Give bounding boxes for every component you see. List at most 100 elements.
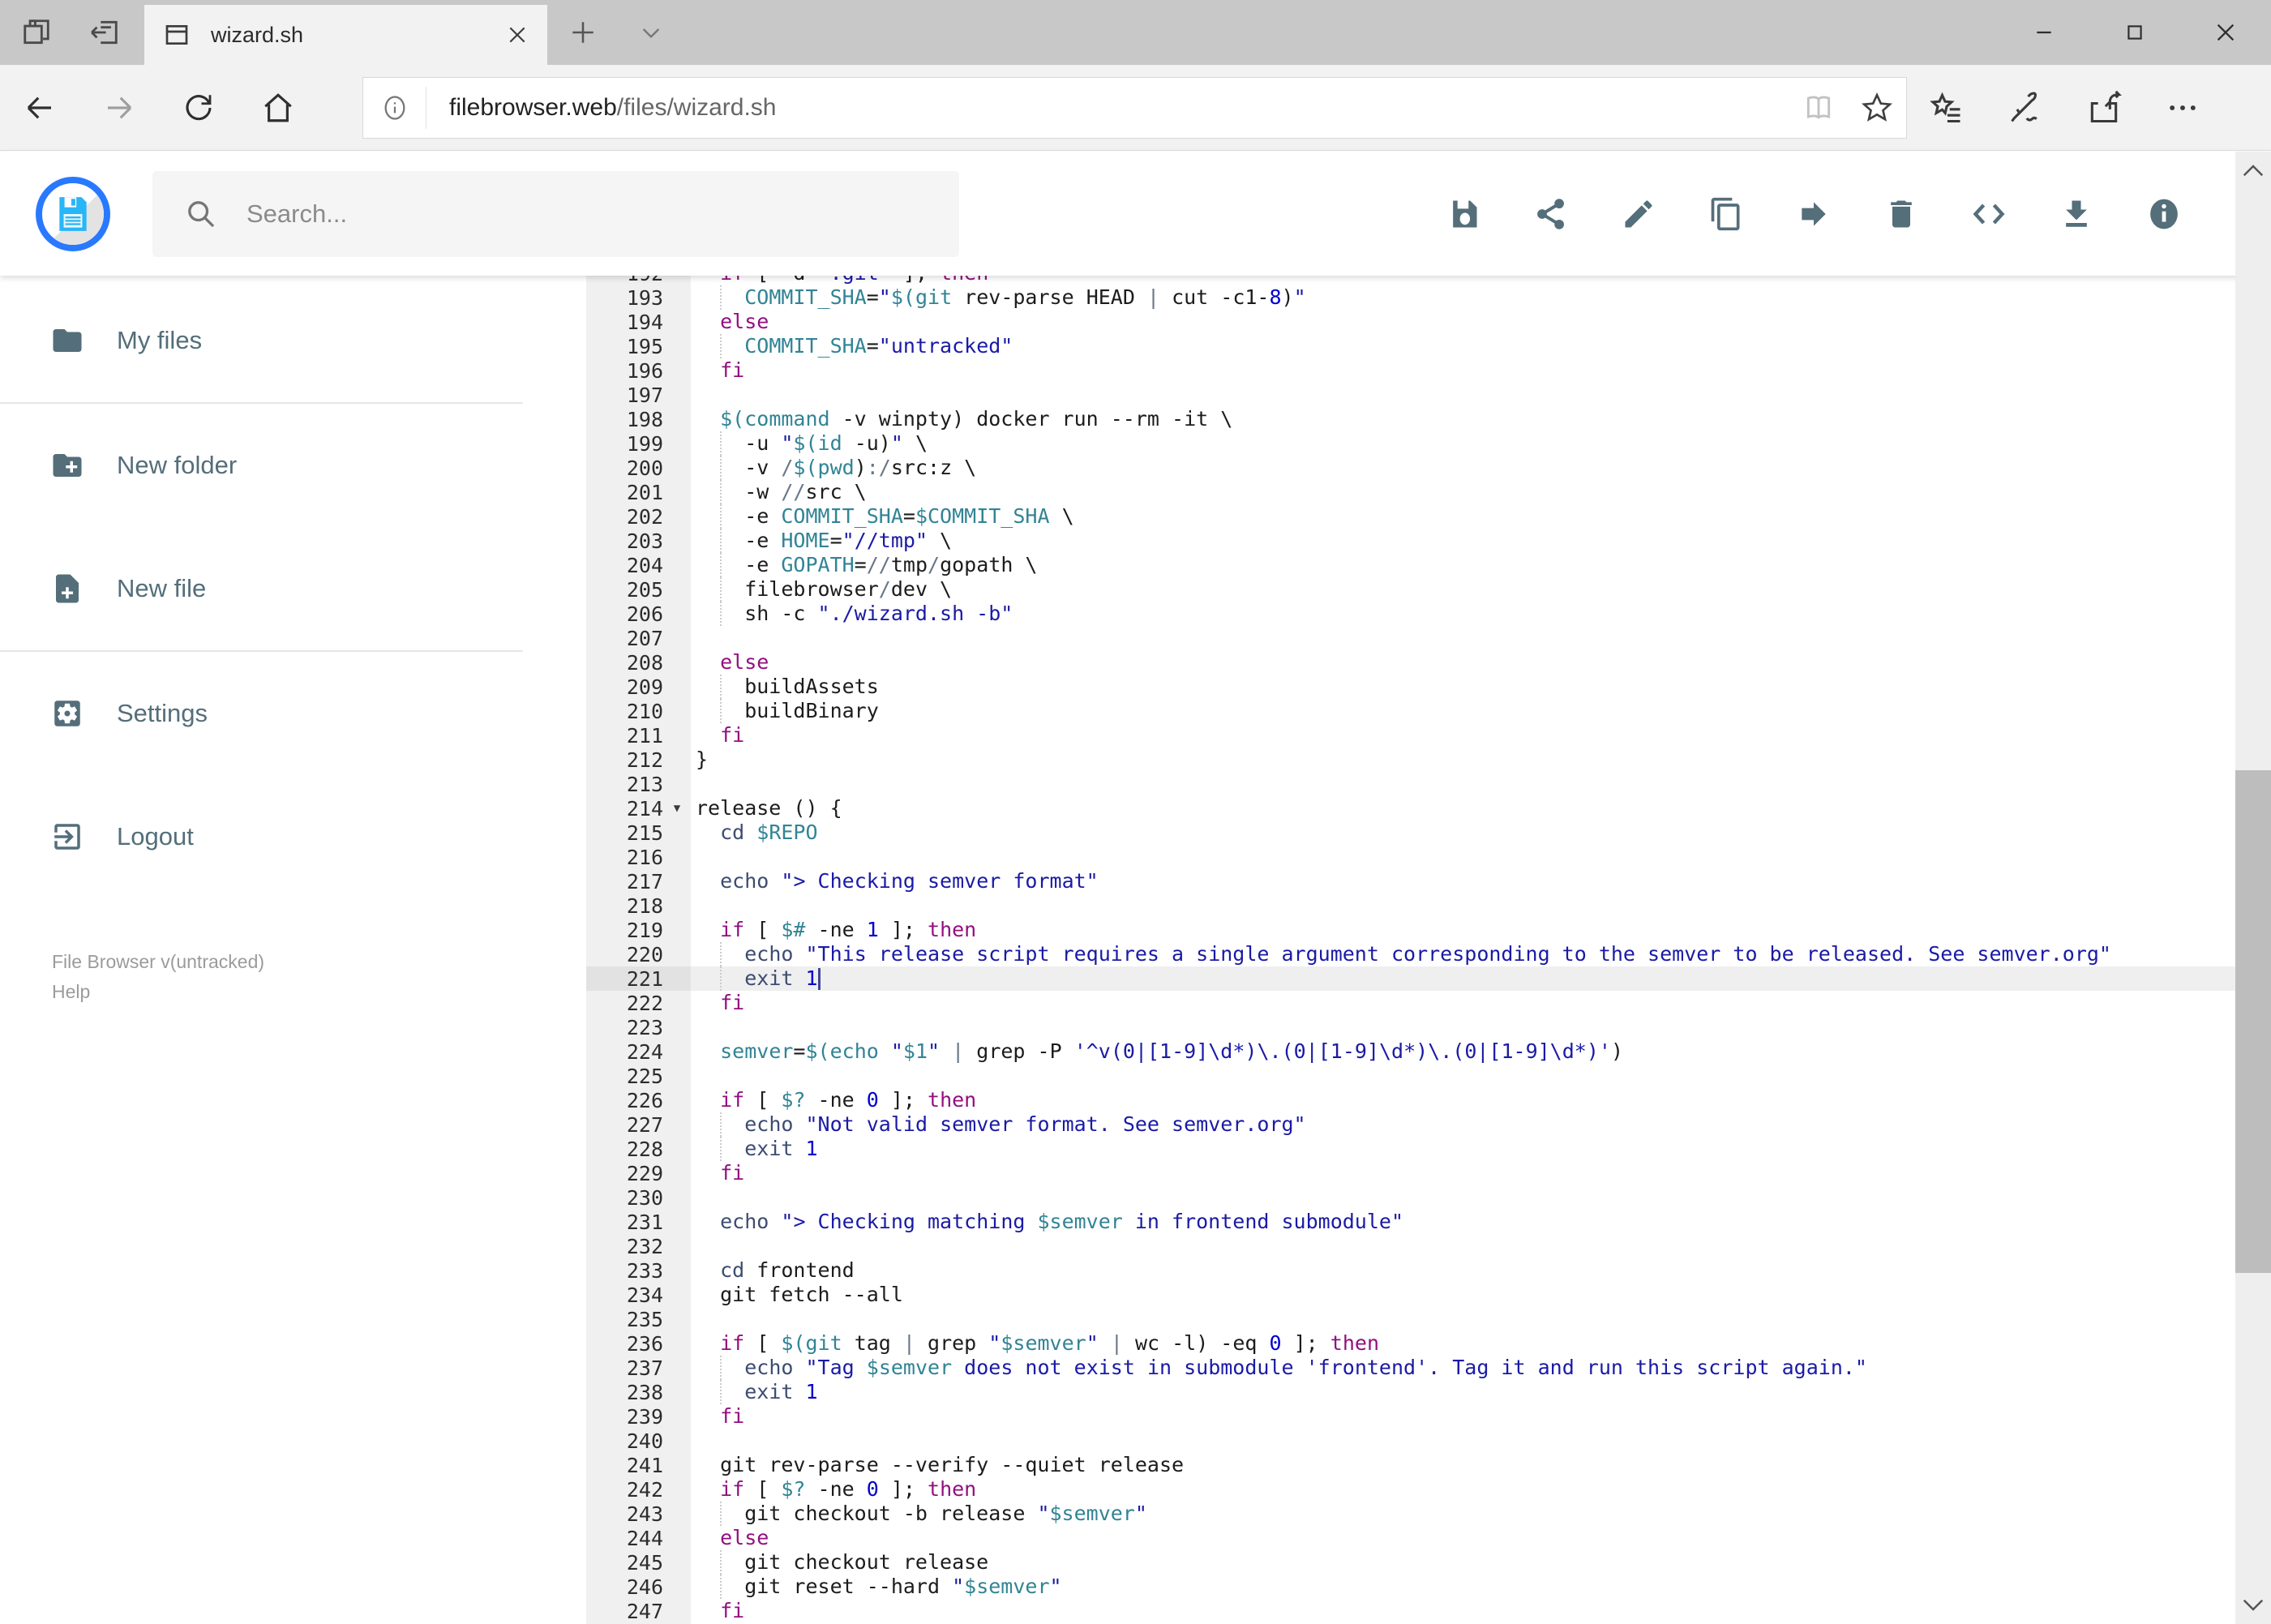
gutter-line-number[interactable]: 247	[586, 1599, 691, 1623]
gutter-line-number[interactable]: 236	[586, 1331, 691, 1356]
delete-trash-icon[interactable]	[1883, 195, 1919, 232]
gutter-line-number[interactable]: 246	[586, 1575, 691, 1599]
gutter-line-number[interactable]: 233	[586, 1258, 691, 1283]
gutter-line-number[interactable]: 194	[586, 310, 691, 334]
code-line[interactable]: fi	[691, 1161, 2239, 1185]
sidebar-item-my-files[interactable]: My files	[0, 300, 586, 381]
tab-preview-icon[interactable]	[0, 0, 73, 65]
gutter-line-number[interactable]: 240	[586, 1429, 691, 1453]
gutter-line-number[interactable]: 220	[586, 942, 691, 966]
gutter-line-number[interactable]: 208	[586, 650, 691, 675]
url-text[interactable]: filebrowser.web/files/wizard.sh	[426, 94, 1789, 122]
gutter-line-number[interactable]: 237	[586, 1356, 691, 1380]
code-line[interactable]: -w //src \	[691, 480, 2239, 504]
code-line[interactable]: COMMIT_SHA="$(git rev-parse HEAD | cut -…	[691, 285, 2239, 310]
copy-icon[interactable]	[1708, 195, 1744, 232]
code-line[interactable]: -e COMMIT_SHA=$COMMIT_SHA \	[691, 504, 2239, 529]
code-line[interactable]: semver=$(echo "$1" | grep -P '^v(0|[1-9]…	[691, 1039, 2239, 1064]
reading-view-icon[interactable]	[1789, 92, 1848, 123]
gutter-line-number[interactable]: 195	[586, 334, 691, 358]
browser-tab[interactable]: wizard.sh	[144, 5, 547, 65]
gutter-line-number[interactable]: 219	[586, 918, 691, 942]
save-icon[interactable]	[1445, 195, 1481, 232]
gutter-line-number[interactable]: 234	[586, 1283, 691, 1307]
gutter-line-number[interactable]: 244	[586, 1526, 691, 1550]
code-line[interactable]: if [ $? -ne 0 ]; then	[691, 1477, 2239, 1502]
gutter-line-number[interactable]: 192	[586, 276, 691, 285]
code-line[interactable]: }	[691, 748, 2239, 772]
gutter-line-number[interactable]: 217	[586, 869, 691, 893]
code-line[interactable]: git checkout release	[691, 1550, 2239, 1575]
window-maximize-button[interactable]	[2089, 0, 2180, 65]
more-dots-icon[interactable]	[2143, 65, 2222, 150]
sidebar-item-new-folder[interactable]: New folder	[0, 425, 586, 506]
gutter-line-number[interactable]: 193	[586, 285, 691, 310]
gutter-line-number[interactable]: 245	[586, 1550, 691, 1575]
gutter-line-number[interactable]: 204	[586, 553, 691, 577]
share-icon[interactable]	[2064, 65, 2143, 150]
gutter-line-number[interactable]: 205	[586, 577, 691, 602]
code-line[interactable]: echo "> Checking matching $semver in fro…	[691, 1210, 2239, 1234]
gutter-line-number[interactable]: 216	[586, 845, 691, 869]
code-line[interactable]	[691, 1429, 2239, 1453]
scroll-down-icon[interactable]	[2235, 1596, 2271, 1614]
code-line[interactable]	[691, 383, 2239, 407]
annotate-pen-icon[interactable]	[1986, 65, 2064, 150]
code-line[interactable]	[691, 893, 2239, 918]
gutter-line-number[interactable]: 199	[586, 431, 691, 456]
code-line[interactable]: filebrowser/dev \	[691, 577, 2239, 602]
code-line[interactable]: -u "$(id -u)" \	[691, 431, 2239, 456]
code-line[interactable]: else	[691, 1526, 2239, 1550]
gutter-line-number[interactable]: 201	[586, 480, 691, 504]
code-line[interactable]: cd $REPO	[691, 821, 2239, 845]
hub-favorites-icon[interactable]	[1907, 65, 1986, 150]
address-bar[interactable]: filebrowser.web/files/wizard.sh	[362, 76, 1907, 139]
tab-list-chevron-icon[interactable]	[619, 0, 683, 65]
back-icon[interactable]	[0, 65, 79, 150]
code-line[interactable]: else	[691, 310, 2239, 334]
sidebar-item-logout[interactable]: Logout	[0, 796, 586, 877]
sidebar-item-new-file[interactable]: New file	[0, 548, 586, 629]
code-line[interactable]: echo "> Checking semver format"	[691, 869, 2239, 893]
download-icon[interactable]	[2058, 195, 2094, 232]
code-line[interactable]: exit 1	[691, 1137, 2239, 1161]
move-arrow-icon[interactable]	[1795, 195, 1832, 232]
gutter-line-number[interactable]: 242	[586, 1477, 691, 1502]
edit-pencil-icon[interactable]	[1620, 195, 1656, 232]
code-line[interactable]: fi	[691, 1599, 2239, 1623]
gutter-line-number[interactable]: 202	[586, 504, 691, 529]
tab-close-icon[interactable]	[507, 24, 528, 45]
gutter-line-number[interactable]: 227	[586, 1112, 691, 1137]
gutter-line-number[interactable]: 197	[586, 383, 691, 407]
code-line[interactable]	[691, 1234, 2239, 1258]
code-line[interactable]: if [ $# -ne 1 ]; then	[691, 918, 2239, 942]
code-line[interactable]: git fetch --all	[691, 1283, 2239, 1307]
code-line[interactable]: fi	[691, 358, 2239, 383]
gutter-line-number[interactable]: 210	[586, 699, 691, 723]
gutter-line-number[interactable]: 215	[586, 821, 691, 845]
code-line[interactable]: if [ $? -ne 0 ]; then	[691, 1088, 2239, 1112]
search-input[interactable]: Search...	[152, 170, 959, 257]
gutter-line-number[interactable]: 238	[586, 1380, 691, 1404]
gutter-line-number[interactable]: 226	[586, 1088, 691, 1112]
window-close-button[interactable]	[2180, 0, 2271, 65]
code-line[interactable]: git reset --hard "$semver"	[691, 1575, 2239, 1599]
code-line[interactable]	[691, 1015, 2239, 1039]
gutter-line-number[interactable]: 230	[586, 1185, 691, 1210]
gutter-line-number[interactable]: 213	[586, 772, 691, 796]
code-line[interactable]: COMMIT_SHA="untracked"	[691, 334, 2239, 358]
home-icon[interactable]	[238, 65, 318, 150]
gutter-line-number[interactable]: 211	[586, 723, 691, 748]
window-minimize-button[interactable]	[1999, 0, 2089, 65]
code-line[interactable]: buildAssets	[691, 675, 2239, 699]
gutter-line-number[interactable]: 223	[586, 1015, 691, 1039]
refresh-icon[interactable]	[159, 65, 238, 150]
fold-toggle-icon[interactable]: ▼	[663, 802, 691, 815]
forward-icon[interactable]	[79, 65, 159, 150]
gutter-line-number[interactable]: 198	[586, 407, 691, 431]
code-brackets-icon[interactable]	[1970, 195, 2007, 232]
code-line[interactable]	[691, 772, 2239, 796]
gutter-line-number[interactable]: 196	[586, 358, 691, 383]
code-line[interactable]: echo "This release script requires a sin…	[691, 942, 2239, 966]
code-line[interactable]: -e HOME="//tmp" \	[691, 529, 2239, 553]
